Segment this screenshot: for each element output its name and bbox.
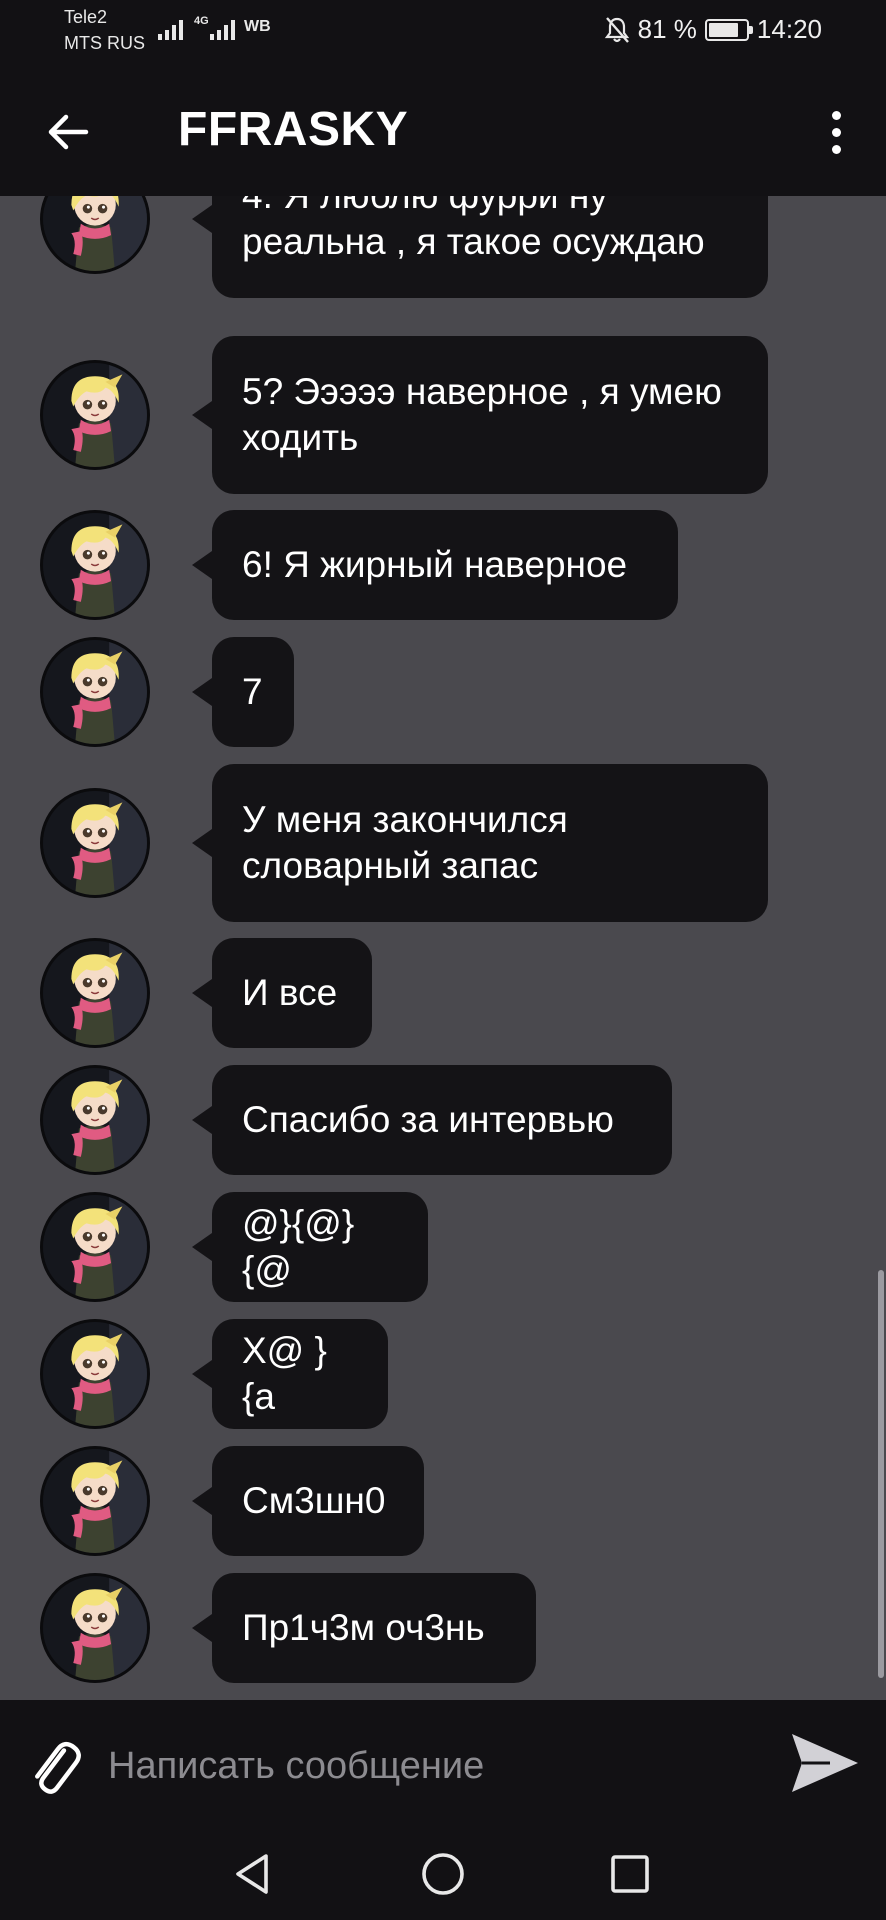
message-bubble[interactable]: 7: [192, 637, 294, 747]
message-text-line: У меня закончился: [242, 799, 568, 840]
message-text-line: 6! Я жирный наверное: [242, 544, 628, 585]
status-bar: Tele2 MTS RUS 4G WB 81 % 14:20: [0, 0, 886, 64]
message-input[interactable]: [108, 1736, 748, 1796]
message-row: У меня закончился словарный запас: [0, 764, 886, 922]
message-bubble[interactable]: @}{@}{@: [192, 1192, 428, 1302]
message-list[interactable]: 4. Я люблю фурри нуреальна , я такое осу…: [0, 196, 886, 1700]
message-text: 7: [242, 669, 263, 715]
signal-strength-icon-2: [210, 16, 235, 40]
message-bubble[interactable]: 6! Я жирный наверное: [192, 510, 678, 620]
message-bubble[interactable]: И все: [192, 938, 372, 1048]
message-text-line: словарный запас: [242, 845, 539, 886]
chat-header: FFRASKY: [0, 64, 886, 196]
avatar[interactable]: [40, 1192, 150, 1302]
avatar[interactable]: [40, 360, 150, 470]
notifications-off-icon: [604, 16, 629, 43]
avatar[interactable]: [40, 788, 150, 898]
more-vertical-icon-dot: [831, 110, 841, 120]
clock: 14:20: [756, 14, 822, 44]
carrier-name-1: Tele2: [64, 7, 108, 27]
message-text: У меня закончился словарный запас: [242, 797, 568, 889]
message-text-line: @}{@}{@: [242, 1203, 355, 1290]
message-row: Пр1ч3м оч3нь: [0, 1573, 886, 1683]
avatar[interactable]: [40, 1319, 150, 1429]
message-bubble[interactable]: Пр1ч3м оч3нь: [192, 1573, 536, 1683]
avatar[interactable]: [40, 1446, 150, 1556]
message-bubble[interactable]: Спасибо за интервью: [192, 1065, 672, 1175]
message-text: См3шн0: [242, 1478, 385, 1524]
more-vertical-icon-dot: [831, 127, 841, 137]
message-text: 6! Я жирный наверное: [242, 542, 627, 588]
message-text-line: Спасибо за интервью: [242, 1099, 614, 1140]
signal-strength-icon: [158, 16, 183, 40]
message-text: 4. Я люблю фурри нуреальна , я такое осу…: [242, 196, 705, 265]
avatar[interactable]: [40, 1573, 150, 1683]
paperclip-icon[interactable]: [22, 1734, 86, 1798]
message-text-line: 5? Эээээ наверное , я умею: [242, 371, 722, 412]
message-text-line: 4. Я люблю фурри ну: [242, 196, 705, 219]
avatar[interactable]: [40, 938, 150, 1048]
message-text-line: X@ }{a: [242, 1330, 327, 1417]
back-button[interactable]: [40, 104, 96, 160]
message-row: Спасибо за интервью: [0, 1065, 886, 1175]
more-vertical-icon-dot: [831, 144, 841, 154]
carrier-name-2: MTS RUS: [64, 33, 145, 53]
message-row: 6! Я жирный наверное: [0, 510, 886, 620]
message-row: И все: [0, 938, 886, 1048]
message-text-line: реальна , я такое осуждаю: [242, 221, 705, 262]
square-recents-icon[interactable]: [602, 1846, 658, 1902]
status-right-group: 81 % 14:20: [604, 14, 822, 45]
arrow-left-icon: [48, 114, 89, 150]
message-bubble[interactable]: См3шн0: [192, 1446, 424, 1556]
message-bubble[interactable]: У меня закончился словарный запас: [192, 764, 768, 922]
message-bubble[interactable]: X@ }{a: [192, 1319, 388, 1429]
network-type-label: 4G: [194, 15, 209, 27]
message-row: См3шн0: [0, 1446, 886, 1556]
message-text: @}{@}{@: [242, 1201, 398, 1293]
message-row: 5? Эээээ наверное , я умею ходить: [0, 336, 886, 494]
avatar[interactable]: [40, 1065, 150, 1175]
message-text-line: И все: [242, 972, 338, 1013]
more-options-button[interactable]: [824, 104, 848, 160]
message-row: 4. Я люблю фурри нуреальна , я такое осу…: [0, 196, 886, 298]
scrollbar[interactable]: [878, 1270, 884, 1678]
status-extra-label: WB: [244, 18, 271, 35]
message-row: 7: [0, 637, 886, 747]
message-row: @}{@}{@: [0, 1192, 886, 1302]
chat-title[interactable]: FFRASKY: [178, 102, 408, 157]
message-text: И все: [242, 970, 337, 1016]
send-icon[interactable]: [786, 1728, 862, 1798]
battery-fill: [708, 22, 739, 37]
avatar[interactable]: [40, 637, 150, 747]
message-bubble[interactable]: 4. Я люблю фурри нуреальна , я такое осу…: [192, 196, 768, 298]
avatar[interactable]: [40, 510, 150, 620]
circle-home-icon[interactable]: [415, 1846, 471, 1902]
battery-icon: [704, 18, 753, 41]
message-text-line: Пр1ч3м оч3нь: [242, 1607, 485, 1648]
battery-percent: 81 %: [637, 14, 697, 44]
message-text: Спасибо за интервью: [242, 1097, 614, 1143]
triangle-back-icon[interactable]: [226, 1846, 282, 1902]
message-text: X@ }{a: [242, 1328, 358, 1420]
message-text-line: ходить: [242, 417, 359, 458]
message-text: Пр1ч3м оч3нь: [242, 1605, 485, 1651]
message-text: 5? Эээээ наверное , я умею ходить: [242, 369, 722, 461]
avatar[interactable]: [40, 196, 150, 274]
message-text-line: 7: [242, 671, 263, 712]
message-bubble[interactable]: 5? Эээээ наверное , я умею ходить: [192, 336, 768, 494]
message-row: X@ }{a: [0, 1319, 886, 1429]
message-text-line: См3шн0: [242, 1480, 386, 1521]
